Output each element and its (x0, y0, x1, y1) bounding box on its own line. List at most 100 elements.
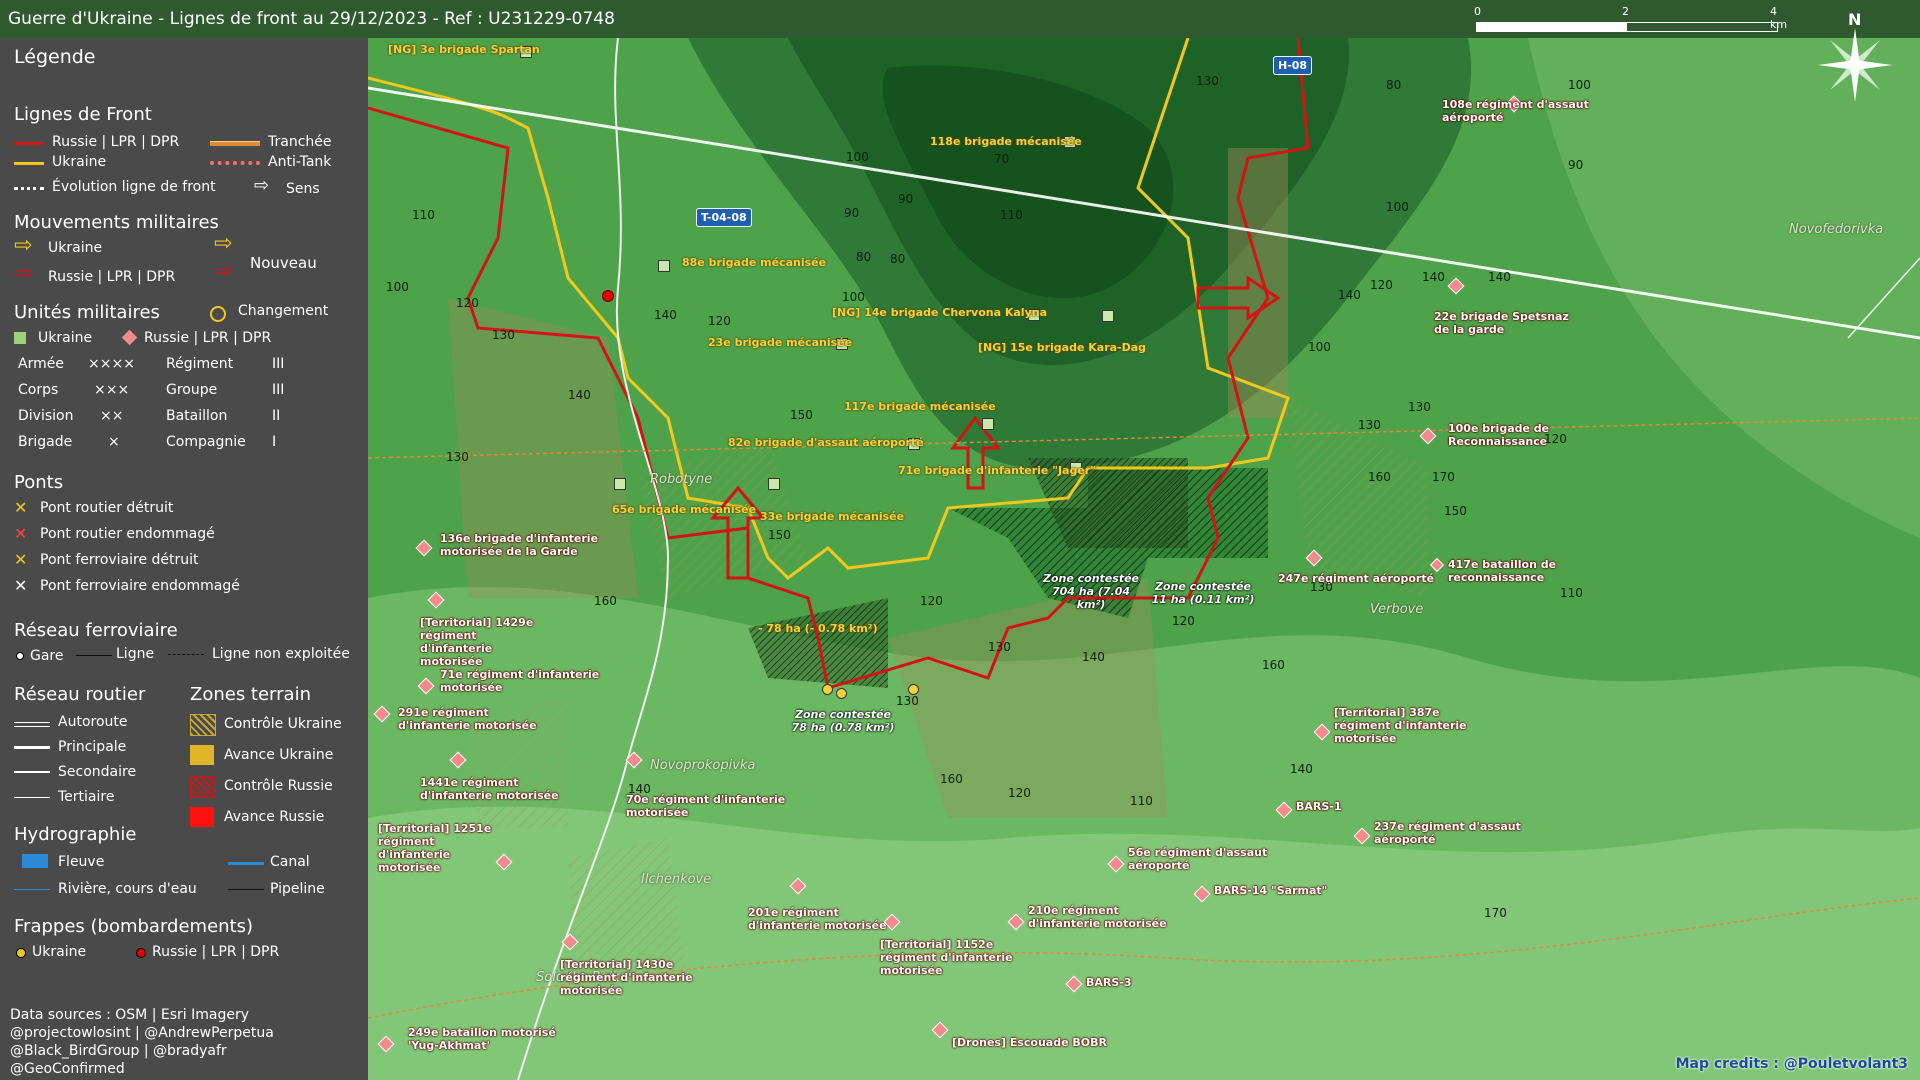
ua-unit-label: 65e brigade mécanisée (612, 503, 757, 516)
ukraine-unit-swatch (14, 332, 26, 344)
russia-strike-icon (136, 948, 146, 958)
ua-unit-label: [NG] 3e brigade Spartan (388, 43, 540, 56)
town-robotyne: Robotyne (650, 472, 713, 487)
credit-line: @Black_BirdGroup | @bradyafr (10, 1043, 227, 1059)
unit-size-symbol: I (272, 434, 277, 450)
legend-item: Ukraine (38, 330, 93, 346)
unit-size-symbol: × (108, 434, 120, 450)
legend-title: Légende (14, 46, 96, 68)
credit-line: @GeoConfirmed (10, 1061, 125, 1077)
ru-unit-label: 249e bataillon motorisé 'Yug-Akhmat' (408, 1026, 556, 1052)
ru-unit-label: 210e régiment d'infanterie motorisée (1028, 904, 1167, 930)
ua-unit-marker[interactable] (1102, 310, 1114, 322)
ru-unit-label: BARS-3 (1086, 976, 1132, 989)
russia-control-swatch (190, 776, 216, 798)
direction-arrow-icon: ⇨ (254, 175, 270, 196)
map-canvas[interactable]: T-04-08 H-08 Robotyne Novoprokopivka Ilc… (368, 38, 1920, 1080)
legend-item: Principale (58, 739, 127, 755)
elevation-label: 170 (1432, 470, 1455, 484)
tertiary-road-swatch (14, 797, 50, 798)
legend-item: Canal (270, 854, 310, 870)
ru-unit-label: 136e brigade d'infanterie motorisée de l… (440, 532, 599, 558)
legend-item: Avance Russie (224, 809, 325, 825)
elevation-label: 130 (1358, 418, 1381, 432)
elevation-label: 80 (890, 252, 906, 266)
ru-unit-label: 108e régiment d'assaut aéroporté (1442, 98, 1589, 124)
legend-item: Ligne non exploitée (212, 646, 350, 662)
ua-unit-marker[interactable] (658, 260, 670, 272)
ua-unit-marker[interactable] (614, 478, 626, 490)
ua-unit-marker[interactable] (768, 478, 780, 490)
unit-size-symbol: III (272, 356, 285, 372)
legend-item: Nouveau (250, 254, 317, 272)
legend-heading-terrain: Zones terrain (190, 684, 311, 705)
ua-unit-label: 82e brigade d'assaut aéroporté (728, 436, 924, 449)
legend-heading-roads: Réseau routier (14, 684, 146, 705)
strike-ua-marker[interactable] (836, 688, 847, 699)
ru-unit-label: [Territorial] 1430e régiment d'infanteri… (560, 958, 693, 997)
elevation-label: 130 (896, 694, 919, 708)
map-credit: Map credits : @Pouletvolant3 (1675, 1056, 1908, 1072)
ua-unit-label: 33e brigade mécanisée (760, 510, 905, 523)
unit-size-label: Groupe (166, 382, 218, 398)
canal-swatch (228, 862, 264, 865)
ukraine-movement-arrow-icon: ⇨ (14, 233, 33, 258)
title-bar: Guerre d'Ukraine - Lignes de front au 29… (0, 0, 1920, 38)
ukraine-line-swatch (14, 162, 44, 165)
scale-label: 2 (1622, 5, 1629, 18)
zone-label: Zone contestée 11 ha (0.11 km²) (1151, 580, 1255, 606)
elevation-label: 130 (446, 450, 469, 464)
legend-heading-movements: Mouvements militaires (14, 212, 219, 233)
data-credits: Data sources : OSM | Esri Imagery @proje… (10, 1006, 360, 1078)
elevation-label: 120 (920, 594, 943, 608)
strike-ru-marker[interactable] (602, 290, 614, 302)
legend-heading-rail: Réseau ferroviaire (14, 620, 178, 641)
ru-unit-label: 71e régiment d'infanterie motorisée (440, 668, 600, 694)
elevation-label: 130 (492, 328, 515, 342)
ukraine-strike-icon (16, 948, 26, 958)
legend-item: Contrôle Russie (224, 778, 333, 794)
unit-size-label: Armée (18, 356, 64, 372)
elevation-label: 160 (1262, 658, 1285, 672)
change-circle-icon (210, 306, 226, 322)
town-verbove: Verbove (1370, 602, 1424, 617)
unit-size-symbol: ××× (94, 382, 130, 398)
river-swatch (22, 854, 48, 868)
elevation-label: 140 (1338, 288, 1361, 302)
elevation-label: 130 (988, 640, 1011, 654)
ua-unit-marker[interactable] (982, 418, 994, 430)
russia-line-swatch (14, 142, 44, 145)
legend-item: Russie | LPR | DPR (152, 944, 280, 960)
credit-line: Data sources : OSM | Esri Imagery (10, 1007, 250, 1023)
elevation-label: 140 (628, 782, 651, 796)
elevation-label: 160 (1368, 470, 1391, 484)
elevation-label: 120 (1008, 786, 1031, 800)
legend-item: Anti-Tank (268, 154, 332, 170)
elevation-label: 150 (768, 528, 791, 542)
elevation-label: 100 (842, 290, 865, 304)
legend-heading-front-lines: Lignes de Front (14, 104, 152, 125)
elevation-label: 170 (1484, 906, 1507, 920)
elevation-label: 140 (1422, 270, 1445, 284)
russia-advance-swatch (190, 807, 214, 827)
scale-segment (1626, 22, 1778, 32)
ru-unit-label: [Territorial] 1152e régiment d'infanteri… (880, 938, 1013, 977)
road-tag-h08: H-08 (1273, 56, 1313, 75)
elevation-label: 90 (898, 192, 914, 206)
elevation-label: 140 (1082, 650, 1105, 664)
legend-item: Pont routier endommagé (40, 526, 215, 542)
elevation-label: 120 (1172, 614, 1195, 628)
legend-item: Pont ferroviaire endommagé (40, 578, 240, 594)
bridge-rail-damaged-icon: ✕ (14, 576, 28, 595)
ua-unit-label: [NG] 15e brigade Kara-Dag (978, 341, 1147, 354)
ru-unit-label: 417e bataillon de reconnaissance (1448, 558, 1557, 584)
russia-movement-arrow-icon: ⇨ (14, 261, 33, 286)
pipeline-swatch (228, 889, 264, 890)
elevation-label: 120 (1370, 278, 1393, 292)
legend-item: Ligne (116, 646, 155, 662)
legend-item: Ukraine (48, 240, 103, 256)
main-road-swatch (14, 746, 50, 749)
ukraine-advance-swatch (190, 745, 214, 765)
town-ilchenkove: Ilchenkove (641, 872, 712, 887)
strike-ua-marker[interactable] (822, 684, 833, 695)
